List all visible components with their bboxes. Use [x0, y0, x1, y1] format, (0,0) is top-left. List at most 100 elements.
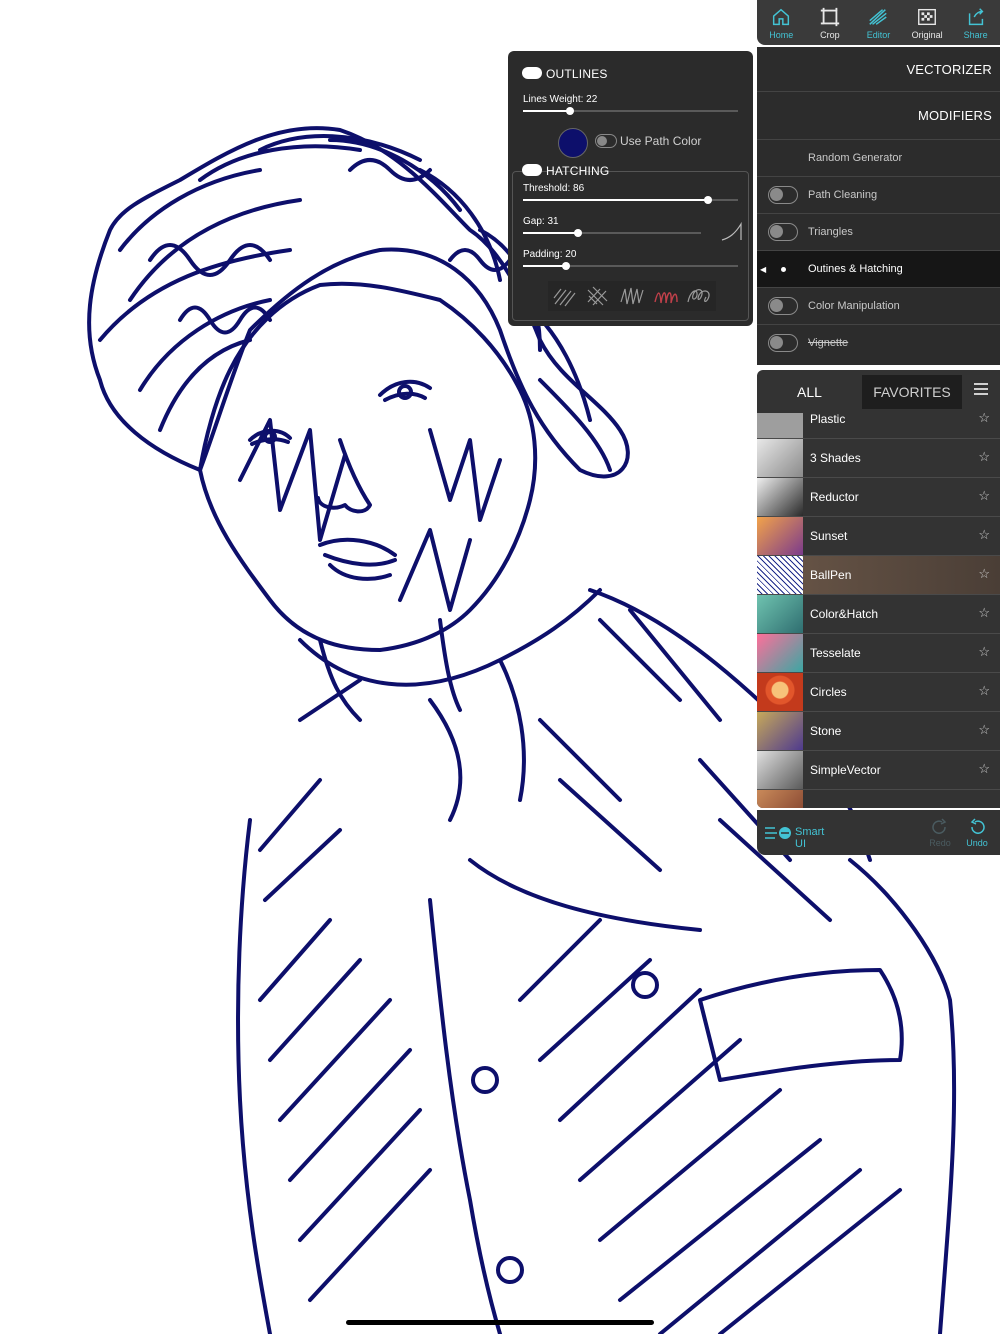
lines-weight-slider[interactable] — [523, 107, 738, 115]
bottom-bar: Smart UI Redo Undo — [757, 810, 1000, 855]
cross-hatch-icon[interactable] — [585, 284, 611, 308]
curve-icon[interactable] — [721, 222, 743, 242]
use-path-color-toggle[interactable] — [595, 134, 617, 148]
presets-panel: ALL FAVORITES Plastic ☆ 3 Shades ☆ Reducto… — [757, 370, 1000, 808]
preset-row-selected[interactable]: BallPen ☆ — [757, 556, 1000, 595]
favorite-star-icon[interactable]: ☆ — [978, 488, 990, 504]
scribble-hatch-icon[interactable] — [653, 284, 679, 308]
padding-handle[interactable] — [562, 262, 570, 270]
padding-fill — [523, 265, 566, 267]
triangles-toggle[interactable] — [768, 223, 798, 241]
menu-icon[interactable] — [974, 383, 988, 399]
favorite-star-icon[interactable]: ☆ — [978, 683, 990, 699]
preset-name: BallPen — [810, 568, 852, 582]
presets-tabs: ALL FAVORITES — [757, 370, 1000, 413]
home-icon — [773, 8, 790, 26]
preset-row[interactable]: Circles ☆ — [757, 673, 1000, 712]
preset-row[interactable]: Color&Hatch ☆ — [757, 595, 1000, 634]
zigzag-hatch-icon[interactable] — [619, 284, 645, 308]
modifier-path-cleaning[interactable]: Path Cleaning — [757, 177, 1000, 214]
favorite-star-icon[interactable]: ☆ — [978, 527, 990, 543]
favorite-star-icon[interactable]: ☆ — [978, 605, 990, 621]
loop-hatch-icon[interactable] — [686, 284, 712, 308]
share-label: Share — [963, 30, 988, 40]
threshold-handle[interactable] — [703, 196, 712, 204]
outlines-toggle[interactable] — [522, 67, 542, 79]
top-toolbar: Home Crop Editor Original Share — [757, 0, 1000, 45]
threshold-label: Threshold: 86 — [523, 183, 585, 194]
outlines-hatching-popup: OUTLINES Lines Weight: 22 Use Path Color… — [508, 51, 753, 326]
preset-row[interactable]: Tesselate ☆ — [757, 634, 1000, 673]
modifier-outlines-hatching[interactable]: ◀ Outines & Hatching — [757, 251, 1000, 288]
padding-label: Padding: 20 — [523, 249, 577, 260]
preset-thumbnail — [757, 413, 803, 438]
lines-weight-label: Lines Weight: 22 — [523, 94, 598, 105]
caret-left-icon: ◀ — [760, 264, 767, 274]
preset-row[interactable]: Sunset ☆ — [757, 517, 1000, 556]
preset-row[interactable]: SimpleVector ☆ — [757, 751, 1000, 790]
gap-slider[interactable] — [523, 229, 701, 237]
undo-button[interactable]: Undo — [962, 818, 992, 848]
path-cleaning-label: Path Cleaning — [808, 189, 878, 201]
preset-name: SimpleVector — [810, 763, 881, 777]
preset-row-partial[interactable] — [757, 790, 1000, 808]
preset-thumbnail — [757, 634, 803, 672]
preset-row[interactable]: Stone ☆ — [757, 712, 1000, 751]
preset-row[interactable]: 3 Shades ☆ — [757, 439, 1000, 478]
lines-weight-handle[interactable] — [566, 107, 575, 115]
redo-label: Redo — [929, 838, 951, 848]
vectorizer-header[interactable]: VECTORIZER — [757, 47, 1000, 92]
preset-thumbnail — [757, 478, 803, 516]
vectorizer-label: VECTORIZER — [906, 61, 992, 77]
home-indicator[interactable] — [346, 1320, 654, 1325]
share-icon — [968, 8, 984, 26]
vignette-label: Vignette — [808, 337, 849, 349]
preset-thumbnail — [757, 439, 803, 477]
preset-row[interactable]: Reductor ☆ — [757, 478, 1000, 517]
favorite-star-icon[interactable]: ☆ — [978, 644, 990, 660]
path-cleaning-toggle[interactable] — [768, 186, 798, 204]
favorite-star-icon[interactable]: ☆ — [978, 761, 990, 777]
editor-button[interactable]: Editor — [854, 0, 903, 45]
path-color-swatch[interactable] — [558, 128, 588, 158]
padding-slider[interactable] — [523, 262, 738, 270]
preset-thumbnail — [757, 712, 803, 750]
preset-row[interactable]: Plastic ☆ — [757, 413, 1000, 439]
editor-icon — [869, 9, 888, 25]
crop-button[interactable]: Crop — [806, 0, 855, 45]
crop-label: Crop — [820, 30, 840, 40]
favorite-star-icon[interactable]: ☆ — [978, 413, 990, 426]
favorite-star-icon[interactable]: ☆ — [978, 566, 990, 582]
tab-all[interactable]: ALL — [757, 384, 862, 400]
preset-thumbnail — [757, 517, 803, 555]
preset-thumbnail — [757, 556, 803, 594]
preset-name: Color&Hatch — [810, 607, 879, 621]
modifier-triangles[interactable]: Triangles — [757, 214, 1000, 251]
hatching-toggle[interactable] — [522, 164, 542, 176]
modifier-color-manipulation[interactable]: Color Manipulation — [757, 288, 1000, 325]
original-button[interactable]: Original — [903, 0, 952, 45]
vignette-toggle[interactable] — [768, 334, 798, 352]
preset-name: Plastic — [810, 413, 846, 426]
random-generator-label: Random Generator — [808, 152, 903, 164]
favorite-star-icon[interactable]: ☆ — [978, 722, 990, 738]
smart-ui-toggle[interactable]: Smart UI — [763, 824, 833, 850]
preset-thumbnail — [757, 751, 803, 789]
share-button[interactable]: Share — [951, 0, 1000, 45]
color-manipulation-toggle[interactable] — [768, 297, 798, 315]
editor-label: Editor — [866, 30, 891, 40]
home-button[interactable]: Home — [757, 0, 806, 45]
preset-thumbnail — [757, 595, 803, 633]
presets-list[interactable]: Plastic ☆ 3 Shades ☆ Reductor ☆ Sunset ☆ Bal… — [757, 413, 1000, 808]
tab-favorites[interactable]: FAVORITES — [862, 375, 962, 409]
random-generator-item[interactable]: Random Generator — [757, 140, 1000, 177]
lines-weight-fill — [523, 110, 571, 112]
favorite-star-icon[interactable]: ☆ — [978, 449, 990, 465]
active-dot-icon — [781, 266, 786, 272]
modifiers-header[interactable]: MODIFIERS — [757, 92, 1000, 140]
redo-button[interactable]: Redo — [925, 818, 955, 848]
threshold-slider[interactable] — [523, 196, 738, 204]
modifier-vignette[interactable]: Vignette — [757, 325, 1000, 361]
preset-thumbnail — [757, 790, 803, 808]
diagonal-hatch-icon[interactable] — [552, 284, 578, 308]
